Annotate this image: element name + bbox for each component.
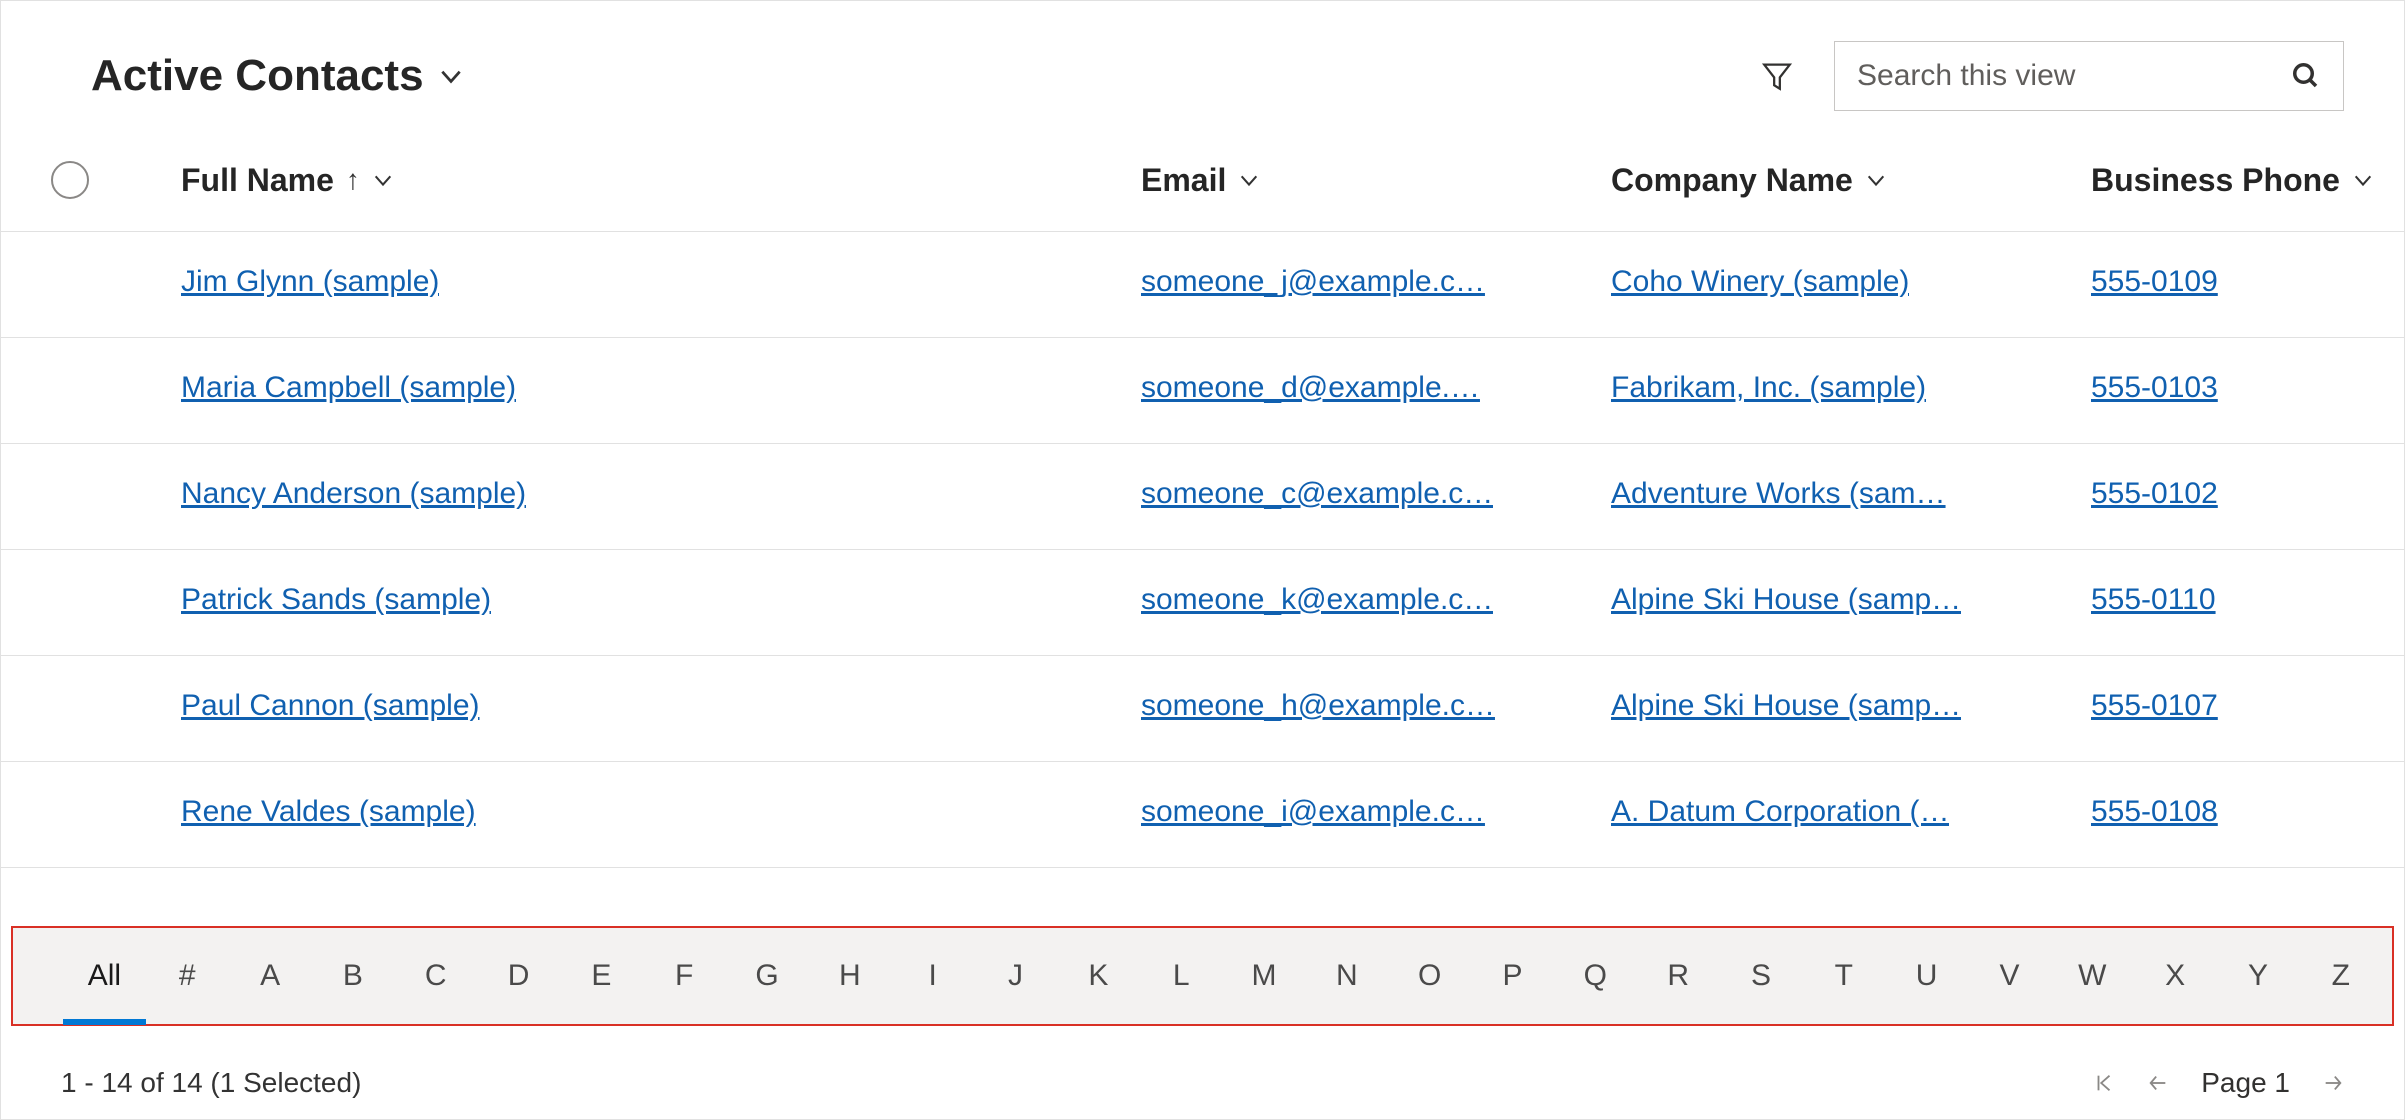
column-header-phone[interactable]: Business Phone [2091,162,2391,199]
contact-email-link[interactable]: someone_h@example.c… [1141,689,1495,723]
contact-email-link[interactable]: someone_k@example.c… [1141,583,1493,617]
column-header-label: Email [1141,162,1226,199]
alpha-filter-item[interactable]: S [1720,951,1803,1001]
contact-name-link[interactable]: Paul Cannon (sample) [181,689,480,723]
prev-page-button[interactable] [2147,1072,2169,1094]
alpha-filter-item[interactable]: L [1140,951,1223,1001]
alpha-filter-item[interactable]: V [1968,951,2051,1001]
view-title: Active Contacts [91,51,424,101]
search-icon [2291,61,2321,91]
alpha-filter-item[interactable]: G [726,951,809,1001]
alpha-filter-item[interactable]: Y [2217,951,2300,1001]
pager: Page 1 [2093,1067,2344,1099]
table-row[interactable]: Patrick Sands (sample) someone_k@example.… [1,550,2404,656]
contact-email-link[interactable]: someone_c@example.c… [1141,477,1493,511]
contact-phone-link[interactable]: 555-0109 [2091,265,2218,299]
alpha-filter-item[interactable]: X [2134,951,2217,1001]
search-input[interactable] [1857,59,2291,93]
table-row[interactable]: Rene Valdes (sample) someone_i@example.c…… [1,762,2404,868]
column-header-company[interactable]: Company Name [1611,162,2091,199]
contact-company-link[interactable]: Alpine Ski House (samp… [1611,689,1961,723]
contact-phone-link[interactable]: 555-0103 [2091,371,2218,405]
alpha-filter-item[interactable]: Q [1554,951,1637,1001]
contact-phone-link[interactable]: 555-0110 [2091,583,2216,617]
search-box[interactable] [1834,41,2344,111]
filter-button[interactable] [1760,59,1794,93]
contact-company-link[interactable]: A. Datum Corporation (… [1611,795,1949,829]
contact-company-link[interactable]: Adventure Works (sam… [1611,477,1946,511]
select-all-checkbox[interactable] [51,161,89,199]
alpha-filter-item[interactable]: K [1057,951,1140,1001]
contact-name-link[interactable]: Maria Campbell (sample) [181,371,516,405]
alpha-filter-item[interactable]: B [311,951,394,1001]
alpha-filter-item[interactable]: E [560,951,643,1001]
next-page-button[interactable] [2322,1072,2344,1094]
contact-name-link[interactable]: Jim Glynn (sample) [181,265,439,299]
column-header-label: Business Phone [2091,162,2340,199]
page-label: Page 1 [2201,1067,2290,1099]
table-row[interactable]: Paul Cannon (sample) someone_h@example.c…… [1,656,2404,762]
contact-email-link[interactable]: someone_j@example.c… [1141,265,1485,299]
column-header-label: Full Name [181,162,334,199]
contact-company-link[interactable]: Coho Winery (sample) [1611,265,1909,299]
alpha-filter-item[interactable]: T [1802,951,1885,1001]
alpha-filter-item[interactable]: D [477,951,560,1001]
filter-icon [1760,59,1794,93]
table-row[interactable]: Maria Campbell (sample) someone_d@example… [1,338,2404,444]
first-page-button[interactable] [2093,1072,2115,1094]
alpha-filter-item[interactable]: W [2051,951,2134,1001]
chevron-down-icon [438,63,464,89]
contact-name-link[interactable]: Rene Valdes (sample) [181,795,476,829]
contact-phone-link[interactable]: 555-0102 [2091,477,2218,511]
chevron-down-icon [1865,169,1887,191]
contact-company-link[interactable]: Fabrikam, Inc. (sample) [1611,371,1926,405]
contact-phone-link[interactable]: 555-0108 [2091,795,2218,829]
table-row[interactable]: Jim Glynn (sample) someone_j@example.c… Co… [1,232,2404,338]
rows-container: Jim Glynn (sample) someone_j@example.c… Co… [1,232,2404,868]
alpha-filter-item[interactable]: O [1388,951,1471,1001]
contact-phone-link[interactable]: 555-0107 [2091,689,2218,723]
view-selector[interactable]: Active Contacts [91,51,464,101]
alpha-filter-item[interactable]: M [1223,951,1306,1001]
column-header-label: Company Name [1611,162,1853,199]
arrow-right-icon [2322,1072,2344,1094]
first-page-icon [2093,1072,2115,1094]
sort-ascending-icon: ↑ [346,164,360,196]
alpha-filter-item[interactable]: P [1471,951,1554,1001]
alpha-filter-item[interactable]: R [1637,951,1720,1001]
arrow-left-icon [2147,1072,2169,1094]
alpha-filter-item[interactable]: I [891,951,974,1001]
alpha-filter-bar: All#ABCDEFGHIJKLMNOPQRSTUVWXYZ [11,926,2394,1026]
contact-email-link[interactable]: someone_d@example.… [1141,371,1480,405]
alpha-filter-item[interactable]: Z [2299,951,2382,1001]
record-status: 1 - 14 of 14 (1 Selected) [61,1067,361,1099]
alpha-filter-item[interactable]: # [146,951,229,1001]
alpha-filter-item[interactable]: A [229,951,312,1001]
column-header-fullname[interactable]: Full Name ↑ [181,162,1141,199]
alpha-filter-item[interactable]: All [63,951,146,1001]
alpha-filter-item[interactable]: J [974,951,1057,1001]
column-header-email[interactable]: Email [1141,162,1611,199]
alpha-filter-item[interactable]: F [643,951,726,1001]
chevron-down-icon [2352,169,2374,191]
contact-name-link[interactable]: Patrick Sands (sample) [181,583,491,617]
contact-name-link[interactable]: Nancy Anderson (sample) [181,477,526,511]
alpha-filter-item[interactable]: C [394,951,477,1001]
contact-company-link[interactable]: Alpine Ski House (samp… [1611,583,1961,617]
chevron-down-icon [1238,169,1260,191]
table-row[interactable]: Nancy Anderson (sample) someone_c@example… [1,444,2404,550]
alpha-filter-item[interactable]: U [1885,951,1968,1001]
column-header-row: Full Name ↑ Email Company Name Business … [1,131,2404,232]
footer-bar: 1 - 14 of 14 (1 Selected) Page 1 [1,1053,2404,1113]
contact-email-link[interactable]: someone_i@example.c… [1141,795,1485,829]
alpha-filter-item[interactable]: N [1305,951,1388,1001]
chevron-down-icon [372,169,394,191]
alpha-filter-item[interactable]: H [808,951,891,1001]
